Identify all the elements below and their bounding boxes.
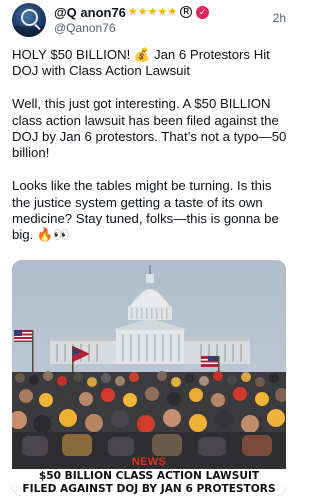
name-row: @Q anon76 ★ ★ ★ ★ ★ R ✓ xyxy=(54,4,210,20)
news-label: NEWS xyxy=(131,456,167,468)
post-paragraph: Well, this just got interesting. A $50 B… xyxy=(12,96,287,161)
star-icon: ★ xyxy=(157,5,168,18)
avatar-shade xyxy=(12,26,46,37)
caption-line: $50 BILLION CLASS ACTION LAWSUIT xyxy=(38,470,260,482)
post-card[interactable]: @Q anon76 ★ ★ ★ ★ ★ R ✓ @Qanon76 2h HOLY… xyxy=(0,0,298,500)
post-paragraph: Looks like the tables might be turning. … xyxy=(12,178,279,243)
image-caption: $50 BILLION CLASS ACTION LAWSUIT FILED A… xyxy=(12,469,286,496)
avatar[interactable] xyxy=(12,3,46,37)
user-handle[interactable]: @Qanon76 xyxy=(54,21,116,35)
star-icon: ★ xyxy=(147,5,158,18)
post-body: HOLY $50 BILLION! 💰 Jan 6 Protestors Hit… xyxy=(12,47,292,260)
post-headline: HOLY $50 BILLION! 💰 Jan 6 Protestors Hit… xyxy=(12,47,270,79)
q-logo-icon xyxy=(21,9,38,26)
display-name[interactable]: @Q anon76 xyxy=(54,5,126,20)
star-icon: ★ xyxy=(137,5,148,18)
caption-line: FILED AGAINST DOJ BY JAN 6 PROTESTORS xyxy=(22,482,276,495)
post-timestamp[interactable]: 2h xyxy=(273,11,286,25)
star-icon: ★ xyxy=(127,5,138,18)
star-rating: ★ ★ ★ ★ ★ xyxy=(127,5,178,18)
registered-icon: R xyxy=(180,6,193,18)
post-image[interactable]: NEWS $50 BILLION CLASS ACTION LAWSUIT FI… xyxy=(12,260,286,496)
post-header: @Q anon76 ★ ★ ★ ★ ★ R ✓ @Qanon76 2h xyxy=(12,2,288,38)
verified-badge-icon: ✓ xyxy=(196,5,210,19)
star-icon: ★ xyxy=(167,5,178,18)
